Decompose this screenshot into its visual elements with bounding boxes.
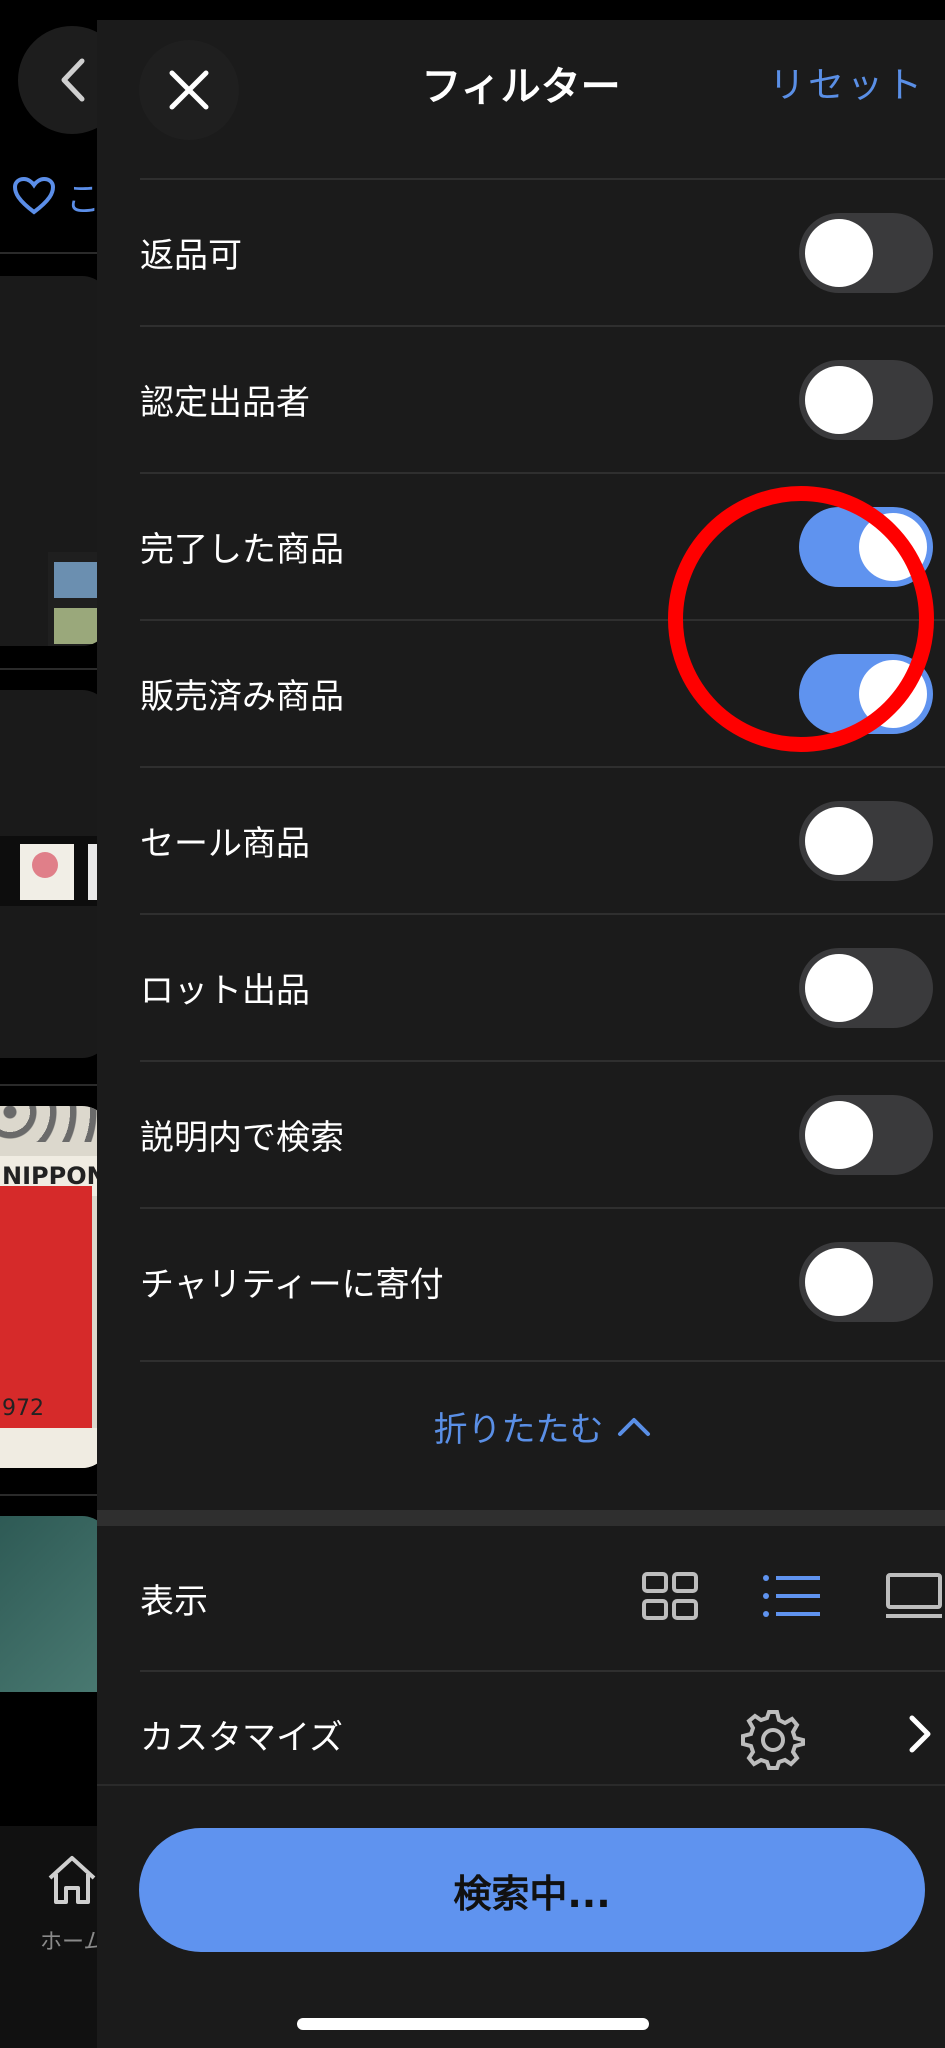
sheet-header: フィルター リセット xyxy=(97,20,945,160)
returns-accepted-toggle[interactable] xyxy=(799,213,933,293)
sale-items-toggle[interactable] xyxy=(799,801,933,881)
gallery-icon xyxy=(886,1573,942,1618)
display-options xyxy=(579,1570,945,1622)
filter-label: セール商品 xyxy=(140,824,310,864)
screen: こ NIPPON 972 ホーム フィルター リセット 返品可 認定出品者 完了… xyxy=(0,0,945,2048)
background-divider xyxy=(0,1494,110,1496)
stamp-thumbnail-image xyxy=(0,836,110,906)
annotation-circle xyxy=(668,486,934,752)
background-listing-card[interactable] xyxy=(0,276,110,646)
customize-label: カスタマイズ xyxy=(140,1717,343,1758)
filter-label: 認定出品者 xyxy=(140,383,310,423)
lot-listings-toggle[interactable] xyxy=(799,948,933,1028)
filter-row-charity: チャリティーに寄付 xyxy=(140,1207,945,1354)
filter-label: 販売済み商品 xyxy=(140,677,344,717)
list-view-button[interactable] xyxy=(761,1570,823,1622)
customize-row[interactable]: カスタマイズ xyxy=(140,1672,945,1796)
filter-list: 返品可 認定出品者 完了した商品 販売済み商品 セール商品 ロット出品 説明内で… xyxy=(140,178,945,1354)
filter-row-returns-accepted: 返品可 xyxy=(140,178,945,325)
chevron-left-icon xyxy=(61,58,85,102)
background-divider xyxy=(0,252,110,254)
filter-label: 説明内で検索 xyxy=(140,1118,344,1158)
sheet-footer: 検索中... xyxy=(97,1784,945,2048)
chevron-right-icon xyxy=(909,1715,931,1753)
home-indicator xyxy=(297,2018,649,2030)
section-divider xyxy=(97,1510,945,1526)
filter-label: 完了した商品 xyxy=(140,530,344,570)
home-icon[interactable] xyxy=(44,1852,100,1908)
filter-label: チャリティーに寄付 xyxy=(140,1265,444,1305)
filter-row-certified-seller: 認定出品者 xyxy=(140,325,945,472)
chevron-up-icon xyxy=(617,1418,650,1436)
collapse-label: 折りたたむ xyxy=(433,1409,604,1450)
background-saved-label: こ xyxy=(66,180,100,220)
filter-sheet: フィルター リセット 返品可 認定出品者 完了した商品 販売済み商品 セール商品 xyxy=(97,20,945,2048)
certified-seller-toggle[interactable] xyxy=(799,360,933,440)
gallery-view-button[interactable] xyxy=(883,1570,945,1622)
filter-label: 返品可 xyxy=(140,236,242,276)
search-description-toggle[interactable] xyxy=(799,1095,933,1175)
display-label: 表示 xyxy=(140,1581,208,1622)
reset-button[interactable]: リセット xyxy=(769,56,925,108)
list-icon xyxy=(763,1575,820,1617)
filter-row-search-description: 説明内で検索 xyxy=(140,1060,945,1207)
display-row: 表示 xyxy=(140,1526,945,1672)
filter-row-lot-listings: ロット出品 xyxy=(140,913,945,1060)
search-button[interactable]: 検索中... xyxy=(139,1828,925,1952)
grid-icon xyxy=(642,1572,698,1620)
background-divider xyxy=(0,1084,110,1086)
tab-home-label[interactable]: ホーム xyxy=(40,1924,105,1956)
background-listing-image[interactable] xyxy=(0,1516,110,1692)
grid-view-button[interactable] xyxy=(639,1570,701,1622)
gear-icon xyxy=(741,1710,805,1770)
filter-label: ロット出品 xyxy=(140,971,310,1011)
filter-row-sale-items: セール商品 xyxy=(140,766,945,913)
collapse-button[interactable]: 折りたたむ xyxy=(140,1360,945,1490)
stamp-photo-image[interactable]: NIPPON 972 xyxy=(0,1106,110,1468)
heart-icon[interactable] xyxy=(12,176,56,216)
background-divider xyxy=(0,668,110,670)
charity-toggle[interactable] xyxy=(799,1242,933,1322)
